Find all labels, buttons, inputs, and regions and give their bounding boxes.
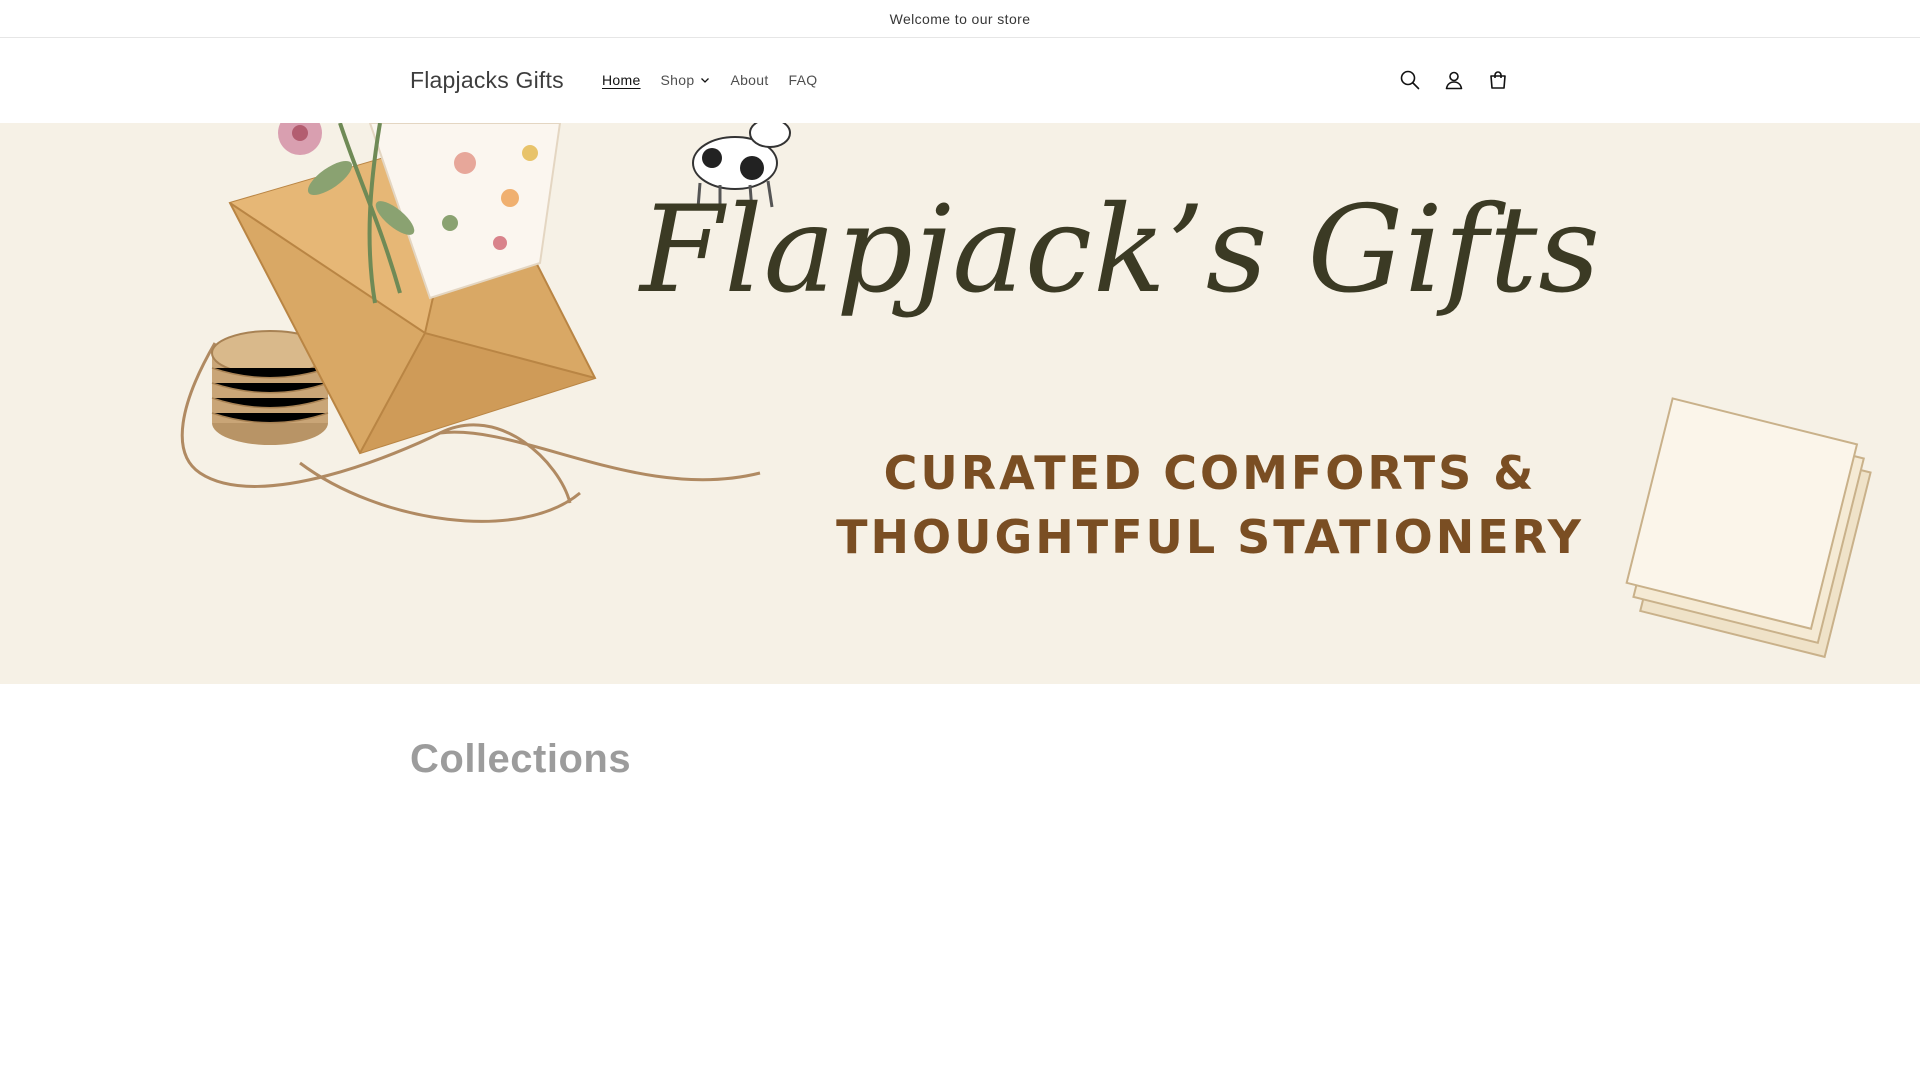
announcement-bar: Welcome to our store [0, 0, 1920, 38]
nav-home[interactable]: Home [592, 72, 651, 88]
chevron-down-icon [701, 78, 710, 83]
nav-shop[interactable]: Shop [651, 72, 721, 88]
banner-subtitle-line1: CURATED COMFORTS & [883, 446, 1537, 500]
nav-faq[interactable]: FAQ [779, 72, 828, 88]
nav-shop-label: Shop [660, 72, 695, 88]
cart-button[interactable] [1476, 58, 1520, 102]
account-icon [1445, 71, 1463, 90]
search-button[interactable] [1388, 58, 1432, 102]
main-nav: Home Shop About FAQ [592, 38, 827, 122]
banner-title: Flapjack’s Gifts [640, 181, 1601, 320]
nav-about[interactable]: About [720, 72, 778, 88]
store-logo[interactable]: Flapjacks Gifts [410, 38, 564, 122]
site-header: Flapjacks Gifts Home Shop About FAQ [0, 38, 1920, 122]
header-icons [1388, 38, 1520, 122]
collections-heading: Collections [410, 737, 632, 781]
banner-subtitle: CURATED COMFORTS & THOUGHTFUL STATIONERY [790, 441, 1630, 569]
account-button[interactable] [1432, 58, 1476, 102]
cart-icon [1490, 71, 1506, 89]
announcement-text: Welcome to our store [889, 10, 1031, 27]
search-icon [1400, 70, 1420, 90]
hero-banner: Flapjack’s Gifts CURATED COMFORTS & THOU… [0, 123, 1920, 684]
banner-subtitle-line2: THOUGHTFUL STATIONERY [836, 510, 1584, 564]
